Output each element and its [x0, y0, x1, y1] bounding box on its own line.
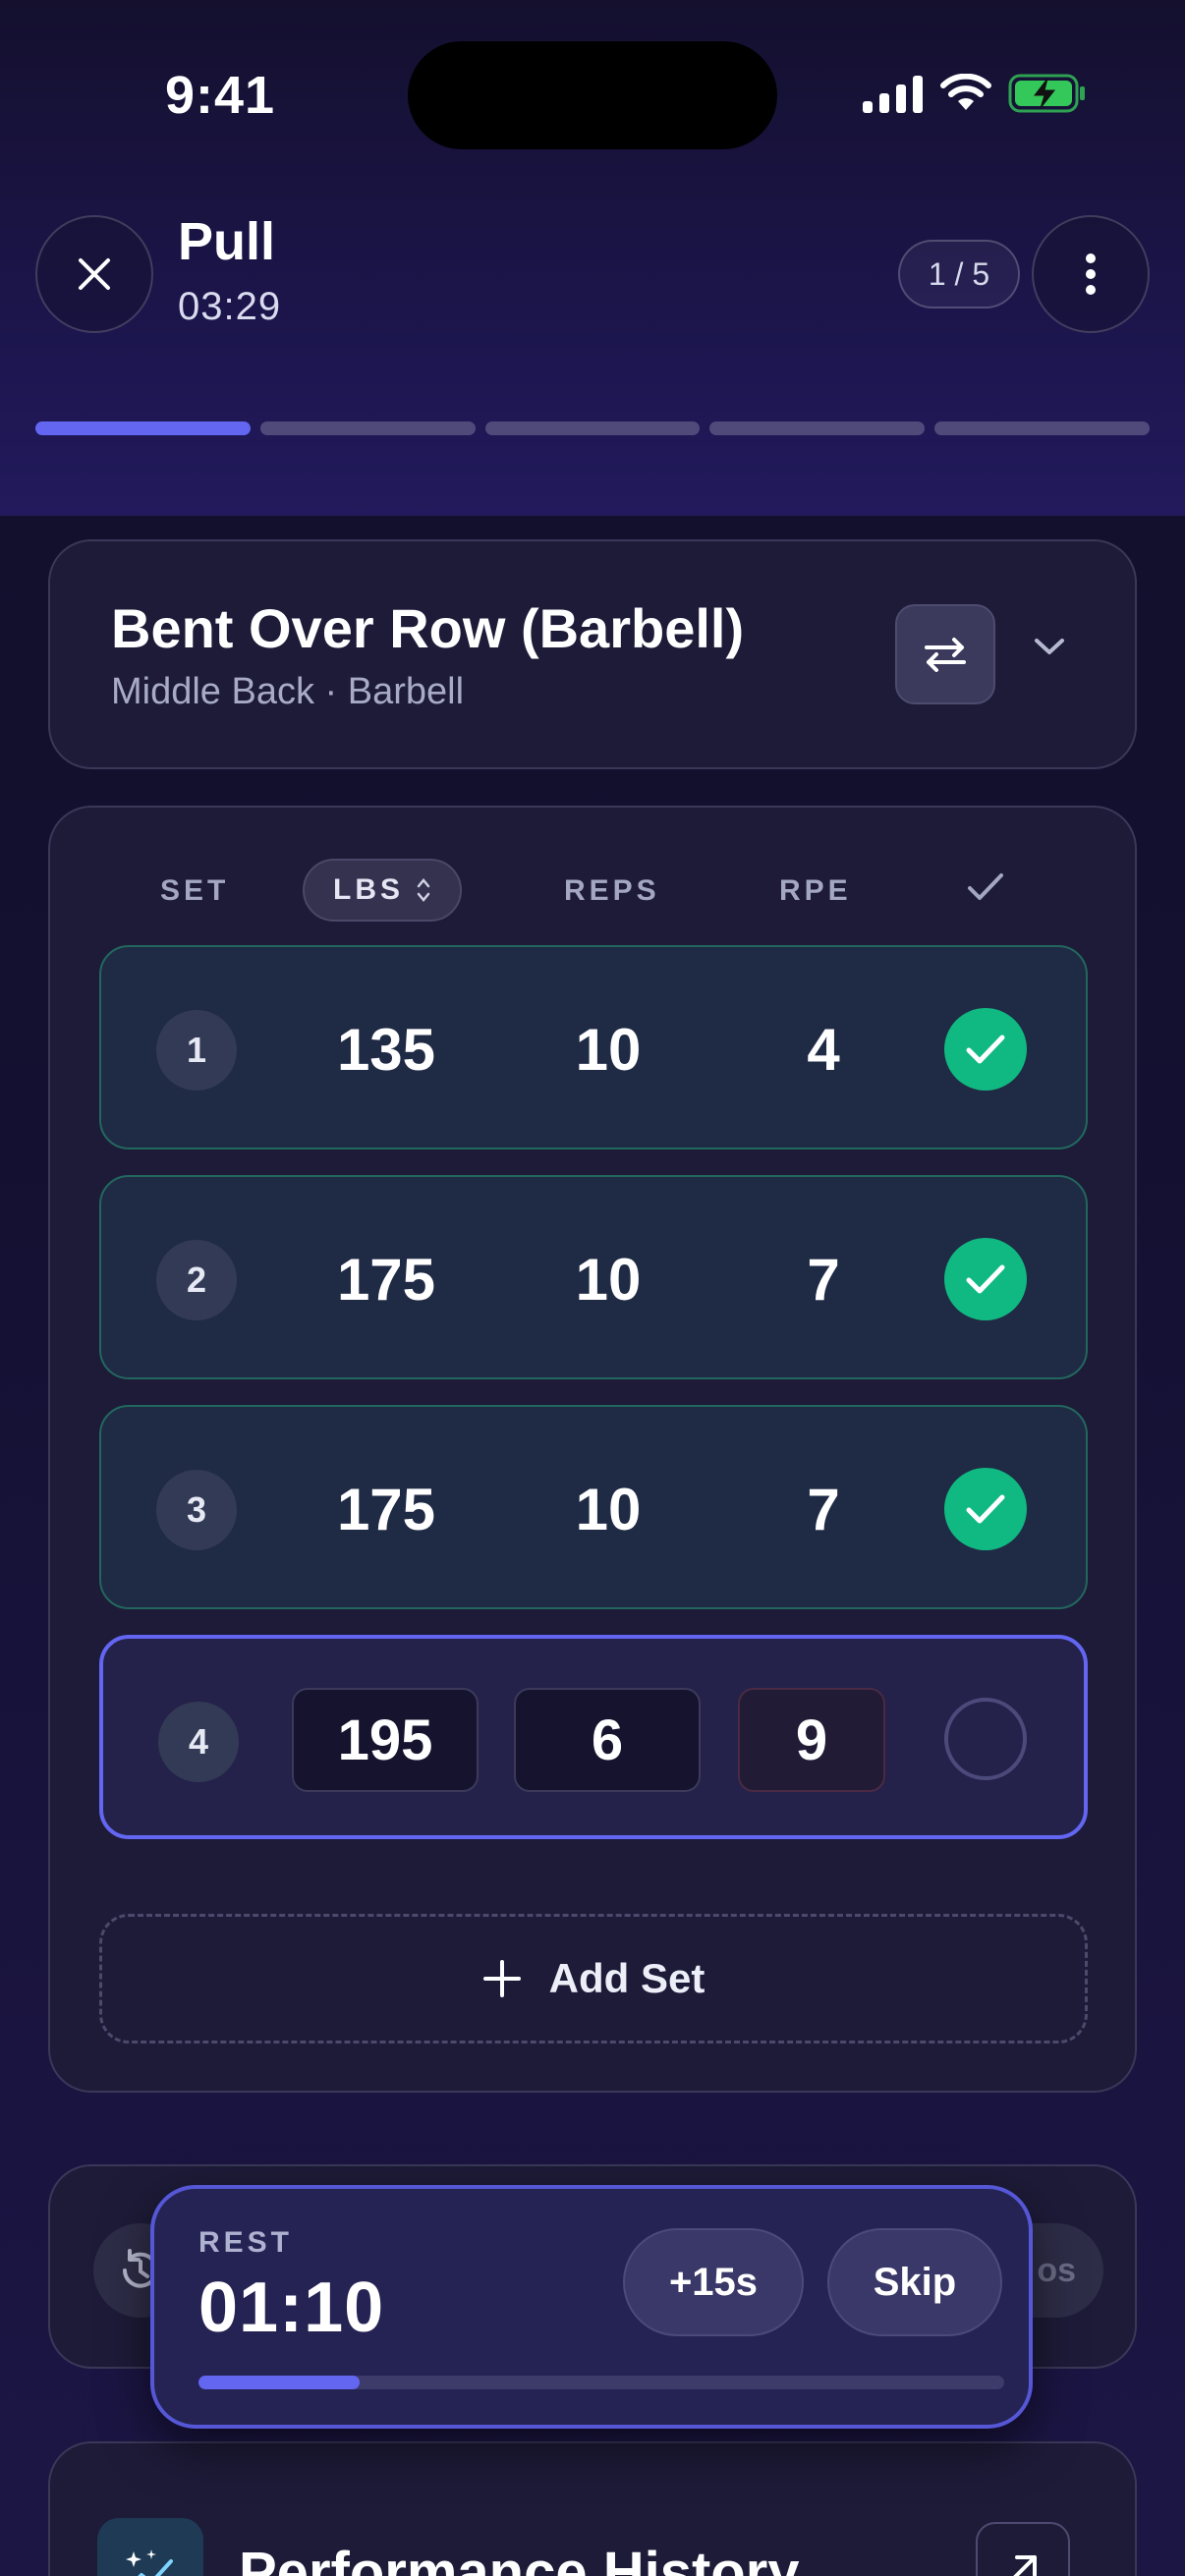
set-reps[interactable]: 10: [510, 1177, 706, 1381]
workout-elapsed-time: 03:29: [178, 285, 282, 328]
set-complete-toggle[interactable]: [944, 1238, 1027, 1320]
exercise-progress: [35, 421, 1150, 435]
set-number: 4: [158, 1702, 239, 1782]
current-set-row[interactable]: 4 195 6 9: [99, 1635, 1088, 1839]
chevron-down-icon[interactable]: [1033, 636, 1066, 657]
dynamic-island: [408, 41, 777, 149]
status-time: 9:41: [165, 66, 276, 125]
exercise-card[interactable]: Bent Over Row (Barbell) Middle Back · Ba…: [48, 539, 1137, 769]
column-header-reps: REPS: [564, 874, 660, 907]
set-reps[interactable]: 10: [510, 1407, 706, 1611]
checkmark-icon: [966, 1264, 1005, 1294]
exercise-meta: Middle Back · Barbell: [111, 671, 465, 712]
open-performance-button[interactable]: [976, 2522, 1070, 2576]
set-row[interactable]: 2 175 10 7: [99, 1175, 1088, 1379]
set-rpe[interactable]: 7: [730, 1407, 917, 1611]
weight-unit-toggle[interactable]: LBS: [303, 859, 462, 922]
battery-charging-icon: [1008, 74, 1085, 113]
close-workout-button[interactable]: [35, 215, 153, 333]
add-15s-button[interactable]: +15s: [623, 2228, 804, 2336]
status-icons: [863, 71, 1087, 116]
rest-countdown: 01:10: [198, 2268, 385, 2347]
rpe-input[interactable]: 9: [738, 1688, 885, 1792]
column-header-set: SET: [160, 874, 230, 907]
cellular-signal-icon: [863, 76, 923, 113]
performance-history-card[interactable]: Performance History: [48, 2441, 1137, 2576]
set-number: 2: [156, 1240, 237, 1320]
arrow-up-right-icon: [1013, 2555, 1037, 2576]
close-icon: [79, 258, 110, 290]
progress-segment: [484, 421, 701, 435]
swap-arrows-icon: [925, 638, 966, 672]
rest-progress-fill: [198, 2376, 360, 2389]
plus-icon: [482, 1960, 521, 1997]
wifi-icon: [940, 74, 991, 110]
column-header-rpe: RPE: [779, 874, 852, 907]
swap-exercise-button[interactable]: [895, 604, 995, 704]
progress-segment: [934, 421, 1150, 435]
set-complete-toggle[interactable]: [944, 1008, 1027, 1091]
performance-history-title: Performance History: [239, 2541, 800, 2576]
progress-segment: [35, 421, 251, 435]
sets-card: SET LBS REPS RPE 1 135 10 4 2 175 10 7 3…: [48, 806, 1137, 2093]
set-rpe[interactable]: 7: [730, 1177, 917, 1381]
rest-timer-panel: REST 01:10 +15s Skip: [150, 2185, 1033, 2429]
checkmark-icon: [966, 1035, 1005, 1064]
exercise-counter: 1 / 5: [898, 240, 1020, 308]
set-row[interactable]: 3 175 10 7: [99, 1405, 1088, 1609]
reps-input[interactable]: 6: [514, 1688, 701, 1792]
set-complete-toggle[interactable]: [944, 1698, 1027, 1780]
more-vertical-icon: [1086, 253, 1096, 295]
set-weight[interactable]: 135: [288, 947, 484, 1151]
set-row[interactable]: 1 135 10 4: [99, 945, 1088, 1149]
workout-header: 9:41 Pull 03:29 1 / 5: [0, 0, 1185, 516]
add-set-label: Add Set: [548, 1955, 705, 2001]
skip-rest-button[interactable]: Skip: [827, 2228, 1002, 2336]
checkmark-column-icon: [968, 873, 1003, 900]
rest-label: REST: [198, 2226, 294, 2259]
sparkle-chart-icon: [97, 2518, 203, 2576]
add-set-button[interactable]: Add Set: [99, 1914, 1088, 2044]
set-reps[interactable]: 10: [510, 947, 706, 1151]
set-weight[interactable]: 175: [288, 1407, 484, 1611]
weight-unit-label: LBS: [333, 873, 404, 906]
set-complete-toggle[interactable]: [944, 1468, 1027, 1550]
set-number: 3: [156, 1470, 237, 1550]
set-number: 1: [156, 1010, 237, 1091]
workout-title: Pull: [178, 212, 276, 271]
progress-segment: [709, 421, 926, 435]
checkmark-icon: [966, 1494, 1005, 1524]
weight-input[interactable]: 195: [292, 1688, 479, 1792]
set-weight[interactable]: 175: [288, 1177, 484, 1381]
more-options-button[interactable]: [1032, 215, 1150, 333]
rest-progress-bar: [198, 2376, 1004, 2389]
progress-segment: [259, 421, 476, 435]
sort-toggle-icon: [417, 878, 430, 902]
set-rpe[interactable]: 4: [730, 947, 917, 1151]
exercise-name: Bent Over Row (Barbell): [111, 597, 745, 659]
